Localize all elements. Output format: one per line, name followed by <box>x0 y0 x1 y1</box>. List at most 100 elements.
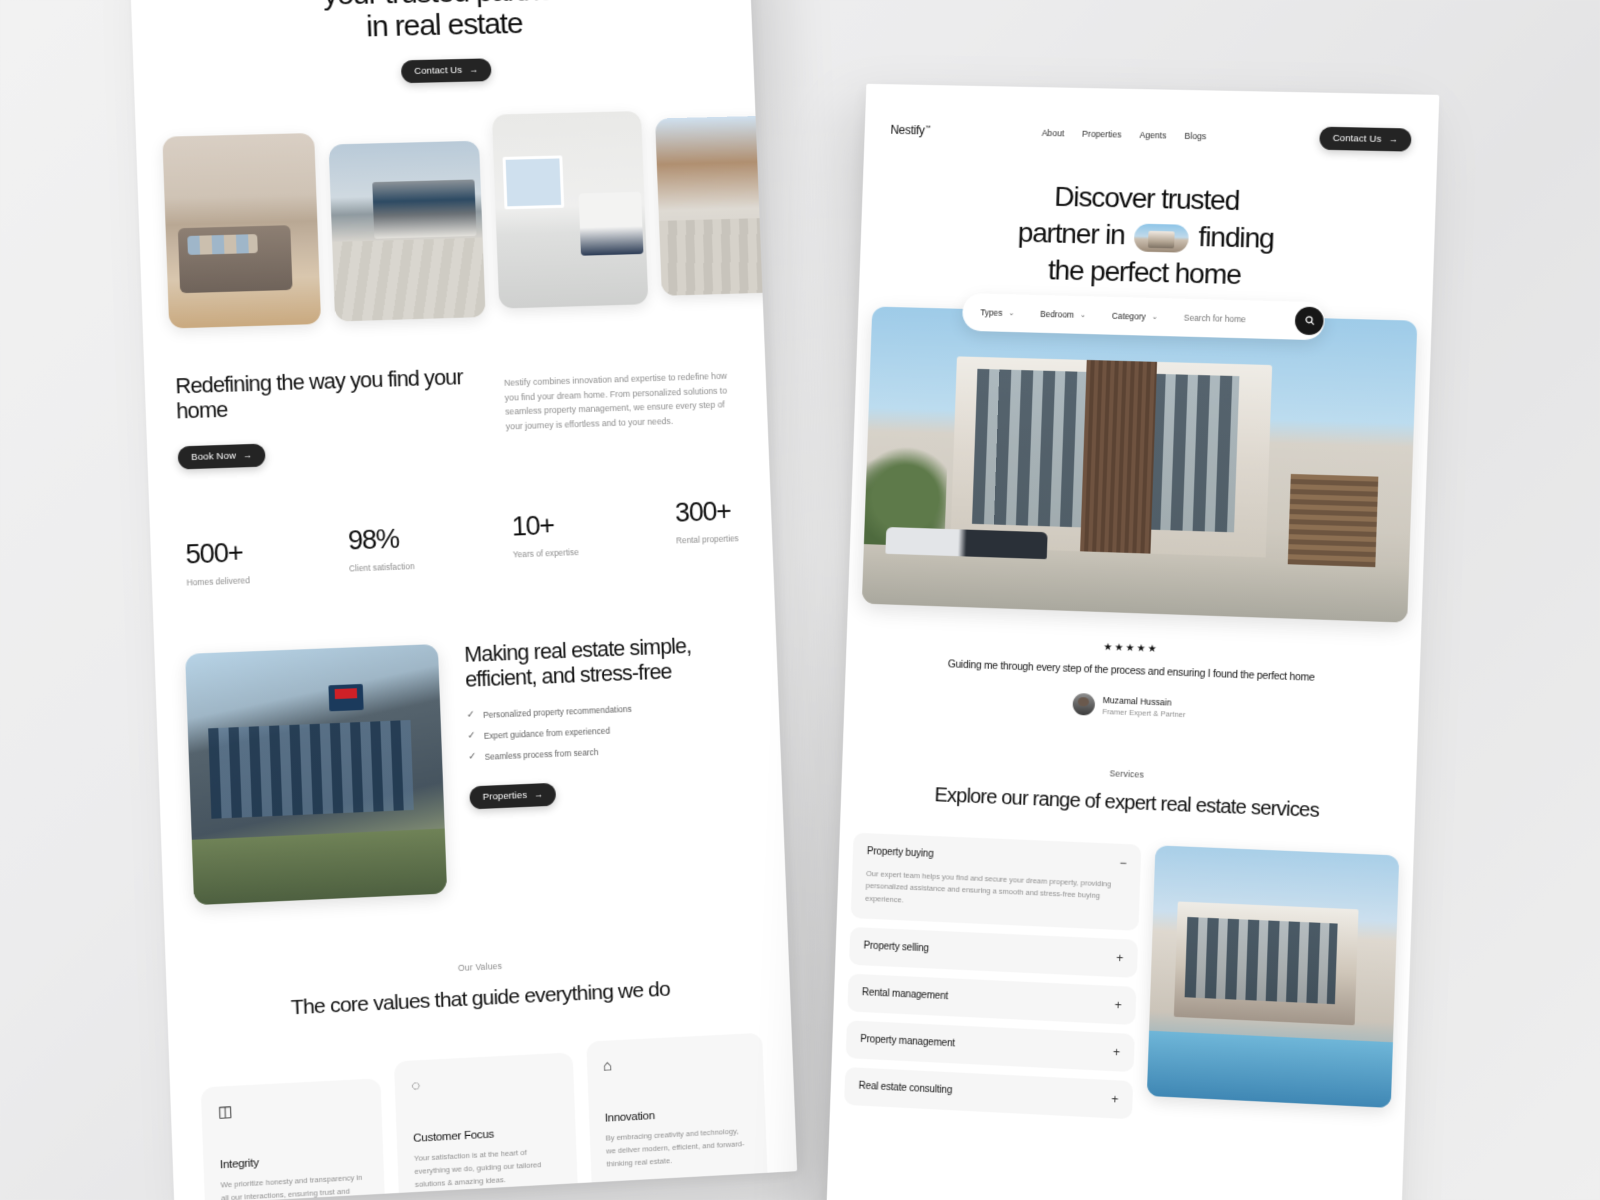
left-page-content: your trusted partner in real estate Cont… <box>129 0 798 1200</box>
book-now-button[interactable]: Book Now → <box>177 443 266 470</box>
values-heading: The core values that guide everything we… <box>290 977 671 1020</box>
chevron-down-icon: ⌄ <box>1151 313 1158 321</box>
lock-icon: ⌂ <box>602 1057 613 1075</box>
accordion-header[interactable]: Real estate consulting + <box>858 1081 1119 1107</box>
value-card-title: Integrity <box>219 1157 260 1172</box>
check-icon: ✓ <box>467 730 476 742</box>
nav-contact-us-button[interactable]: Contact Us → <box>1319 126 1412 152</box>
services-section: Property buying − Our expert team helps … <box>830 832 1414 1143</box>
feature-checklist: ✓ Personalized property recommendations … <box>466 699 751 763</box>
contact-us-button[interactable]: Contact Us → <box>400 58 492 84</box>
checklist-label: Seamless process from search <box>484 746 599 762</box>
accordion-header[interactable]: Property selling + <box>863 941 1124 966</box>
properties-button[interactable]: Properties → <box>469 782 557 810</box>
stat-label: Years of expertise <box>512 546 579 560</box>
book-now-label: Book Now <box>191 450 237 463</box>
hero-villa-image <box>861 306 1418 623</box>
stat-value: 10+ <box>511 510 555 542</box>
checklist-item: ✓ Seamless process from search <box>468 740 751 762</box>
value-card-body: Your satisfaction is at the heart of eve… <box>413 1147 542 1189</box>
plus-icon[interactable]: + <box>1113 1045 1121 1059</box>
hero-title-part1: Discover trusted <box>1053 180 1240 216</box>
value-card-integrity[interactable]: ◫ Integrity We prioritize honesty and tr… <box>200 1078 387 1200</box>
nav-link-properties[interactable]: Properties <box>1082 128 1122 139</box>
feature-building-image <box>185 643 448 906</box>
value-card-customer-focus[interactable]: ◌ Customer Focus Your satisfaction is at… <box>394 1052 579 1200</box>
testimonial-author-text: Muzamal Hussain Framer Expert & Partner <box>1102 695 1186 719</box>
filter-types[interactable]: Types ⌄ <box>980 307 1014 318</box>
accordion-header[interactable]: Rental management + <box>862 987 1122 1012</box>
accordion-item-property-selling[interactable]: Property selling + <box>848 927 1139 979</box>
properties-label: Properties <box>482 789 528 803</box>
intro-section: Redefining the way you find your home Bo… <box>144 356 768 471</box>
accordion-header[interactable]: Property buying − <box>867 846 1127 870</box>
nav-link-agents[interactable]: Agents <box>1139 129 1166 140</box>
brand-name: Nestify <box>890 122 925 137</box>
filter-bedroom[interactable]: Bedroom ⌄ <box>1040 309 1086 320</box>
accordion-item-property-buying[interactable]: Property buying − Our expert team helps … <box>850 832 1142 932</box>
properties-cta-wrap: Properties → <box>469 774 752 810</box>
trademark-mark: ™ <box>924 125 931 132</box>
intro-heading: Redefining the way you find your home <box>174 365 464 424</box>
feature-right: Making real estate simple, efficient, an… <box>464 632 756 892</box>
checklist-label: Personalized property recommendations <box>482 703 632 720</box>
nav-link-blogs[interactable]: Blogs <box>1184 130 1206 140</box>
arrow-right-icon: → <box>469 64 479 75</box>
value-card-title: Customer Focus <box>413 1128 495 1145</box>
feature-heading: Making real estate simple, efficient, an… <box>463 633 692 692</box>
arrow-right-icon: → <box>533 788 544 800</box>
building-sign <box>328 684 364 712</box>
left-hero-cta-wrap: Contact Us → <box>133 52 754 89</box>
arrow-right-icon: → <box>1388 134 1399 145</box>
gallery-image-living-room[interactable] <box>162 132 322 329</box>
intro-paragraph: Nestify combines innovation and expertis… <box>503 370 728 432</box>
intro-left: Redefining the way you find your home Bo… <box>175 365 481 470</box>
avatar <box>1072 693 1095 716</box>
chevron-down-icon: ⌄ <box>1008 309 1015 317</box>
property-gallery <box>135 108 798 329</box>
stat-item: 10+ Years of expertise <box>511 510 579 560</box>
filter-category[interactable]: Category ⌄ <box>1112 310 1158 321</box>
chat-sparkle-icon: ◌ <box>411 1077 421 1095</box>
filter-types-label: Types <box>980 307 1003 318</box>
brand-logo[interactable]: Nestify™ <box>890 122 930 137</box>
hero-media-block: Types ⌄ Bedroom ⌄ Category ⌄ <box>861 292 1418 623</box>
gallery-image-bedroom[interactable] <box>491 111 649 309</box>
gallery-image-house-exterior[interactable] <box>328 140 486 322</box>
arrow-right-icon: → <box>242 449 253 461</box>
nav-link-about[interactable]: About <box>1042 127 1065 137</box>
plus-icon[interactable]: + <box>1111 1092 1119 1106</box>
stat-value: 98% <box>347 523 400 556</box>
right-page-mockup: Nestify™ About Properties Agents Blogs C… <box>824 83 1440 1200</box>
value-card-title: Innovation <box>604 1110 655 1125</box>
services-header: Services Explore our range of expert rea… <box>841 758 1416 828</box>
search-input[interactable] <box>1183 312 1296 326</box>
gallery-image-street-view[interactable] <box>655 114 798 296</box>
testimonial-author: Muzamal Hussain Framer Expert & Partner <box>896 686 1366 726</box>
value-cards: ◫ Integrity We prioritize honesty and tr… <box>169 1031 797 1200</box>
plus-icon[interactable]: + <box>1114 998 1122 1012</box>
hero-inline-house-thumbnail <box>1133 223 1190 254</box>
stat-item: 98% Client satisfaction <box>347 523 414 574</box>
hero-title-part2: partner in <box>1017 217 1126 251</box>
accordion-header[interactable]: Property management + <box>860 1034 1121 1060</box>
accordion-item-property-management[interactable]: Property management + <box>845 1020 1135 1073</box>
values-header: Our Values The core values that guide ev… <box>166 947 790 1027</box>
checklist-item: ✓ Personalized property recommendations <box>466 699 749 721</box>
accordion-item-real-estate-consulting[interactable]: Real estate consulting + <box>844 1067 1134 1120</box>
plus-icon[interactable]: + <box>1116 951 1124 965</box>
stat-item: 300+ Rental properties <box>675 496 739 545</box>
accordion-item-rental-management[interactable]: Rental management + <box>847 973 1137 1026</box>
value-card-innovation[interactable]: ⌂ Innovation By embracing creativity and… <box>585 1032 769 1200</box>
services-villa-image <box>1146 844 1400 1108</box>
hero-title: Discover trusted partner in finding the … <box>859 174 1436 299</box>
accordion-body: Our expert team helps you find and secur… <box>865 868 1112 905</box>
hero-title-part4: the perfect home <box>1047 254 1242 291</box>
stat-item: 500+ Homes delivered <box>185 537 250 587</box>
nav-links: About Properties Agents Blogs <box>1042 127 1207 140</box>
book-open-icon: ◫ <box>217 1103 233 1121</box>
search-button[interactable] <box>1294 306 1325 336</box>
testimonial-author-name: Muzamal Hussain <box>1102 694 1172 708</box>
minus-icon[interactable]: − <box>1119 855 1127 869</box>
services-accordion: Property buying − Our expert team helps … <box>844 832 1142 1128</box>
